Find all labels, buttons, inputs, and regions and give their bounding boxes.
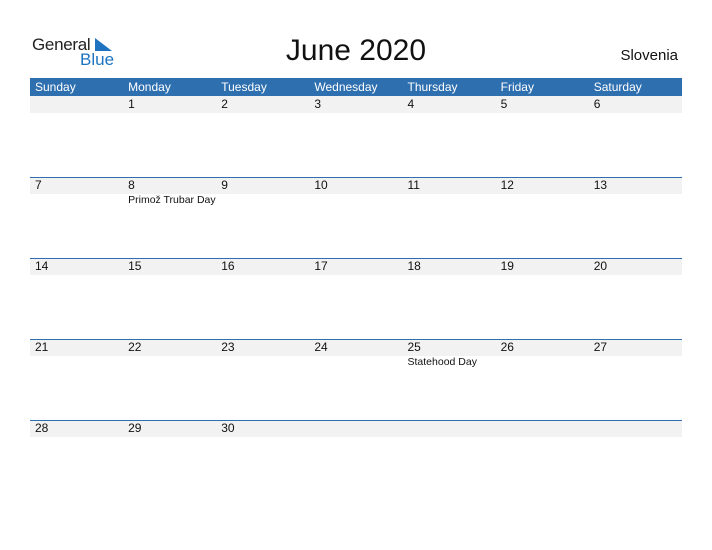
calendar-grid: Sunday Monday Tuesday Wednesday Thursday Frid…: [30, 78, 682, 501]
day-number: 13: [593, 178, 608, 192]
day-number: 15: [128, 259, 142, 273]
day-number: 12: [500, 178, 514, 192]
day-cell-19: 19: [496, 258, 589, 275]
day-cell-28: 28: [30, 420, 123, 437]
calendar-weeks: 1 2 3 4 5 6 7 8 Primož Trubar Day 9 10 11 12 13 14 15 16…: [30, 96, 682, 501]
day-number: 14: [35, 259, 49, 273]
weekday-header-friday: Friday: [500, 80, 534, 94]
day-cell-1: 1: [123, 96, 216, 113]
day-cell-27: 27: [589, 339, 682, 368]
day-cell-26: 26: [496, 339, 589, 368]
day-cell-17: 17: [309, 258, 402, 275]
day-cell-9: 9: [216, 177, 309, 206]
day-cell-22: 22: [123, 339, 216, 368]
day-cell-7: 7: [30, 177, 123, 206]
day-number: 26: [500, 340, 514, 354]
week-row: 21 22 23 24 25 Statehood Day 26 27: [30, 339, 682, 420]
day-cell-empty: [309, 420, 402, 437]
day-cell-23: 23: [216, 339, 309, 368]
day-number: 25: [407, 340, 421, 354]
day-number: 28: [35, 421, 49, 435]
day-number: 17: [314, 259, 328, 273]
day-cell-15: 15: [123, 258, 216, 275]
week-row: 14 15 16 17 18 19 20: [30, 258, 682, 339]
week-row: 28 29 30: [30, 420, 682, 501]
day-cell-29: 29: [123, 420, 216, 437]
day-cell-6: 6: [589, 96, 682, 113]
day-cell-25: 25 Statehood Day: [403, 339, 496, 368]
page-title: June 2020: [285, 34, 427, 67]
day-cell-14: 14: [30, 258, 123, 275]
day-number: 10: [314, 178, 328, 192]
day-number: 1: [128, 97, 135, 111]
weekday-header-wednesday: Wednesday: [314, 80, 378, 94]
day-number: 5: [500, 97, 508, 111]
day-cell-12: 12: [496, 177, 589, 206]
day-number: 9: [221, 178, 228, 192]
week-row: 7 8 Primož Trubar Day 9 10 11 12 13: [30, 177, 682, 258]
day-cell-18: 18: [403, 258, 496, 275]
day-cell-21: 21: [30, 339, 123, 368]
day-cell-empty: [589, 420, 682, 437]
day-cell-empty: [30, 96, 123, 113]
weekday-header-row: Sunday Monday Tuesday Wednesday Thursday Frid…: [30, 78, 682, 96]
weekday-header-sunday: Sunday: [35, 80, 76, 94]
week-row: 1 2 3 4 5 6: [30, 96, 682, 177]
day-cell-20: 20: [589, 258, 682, 275]
day-cell-30: 30: [216, 420, 309, 437]
day-cell-13: 13: [589, 177, 682, 206]
day-number: [314, 420, 402, 437]
day-number: 23: [221, 340, 235, 354]
day-number: 8: [128, 178, 135, 192]
day-number: 6: [593, 97, 601, 111]
day-number: 18: [407, 259, 421, 273]
day-number: 4: [407, 97, 415, 111]
weekday-header-tuesday: Tuesday: [221, 80, 267, 94]
day-number: 21: [35, 340, 49, 354]
holiday-label: Primož Trubar Day: [128, 194, 216, 206]
day-number: 30: [221, 421, 235, 435]
day-number: 19: [500, 259, 514, 273]
day-cell-2: 2: [216, 96, 309, 113]
day-cell-empty: [403, 420, 496, 437]
country-label: Slovenia: [620, 47, 678, 64]
day-cell-8: 8 Primož Trubar Day: [123, 177, 216, 206]
day-cell-3: 3: [309, 96, 402, 113]
day-number: 20: [593, 259, 608, 273]
weekday-header-thursday: Thursday: [407, 80, 458, 94]
weekday-header-saturday: Saturday: [593, 80, 642, 94]
holiday-label: Statehood Day: [407, 356, 477, 368]
day-cell-empty: [496, 420, 589, 437]
day-number: 22: [128, 340, 142, 354]
day-number: 2: [221, 97, 228, 111]
day-number: 29: [128, 421, 142, 435]
day-cell-24: 24: [309, 339, 402, 368]
day-number: [408, 420, 496, 437]
day-number: 24: [314, 340, 328, 354]
day-number: [594, 420, 682, 437]
day-number: 16: [221, 259, 235, 273]
weekday-header-monday: Monday: [128, 80, 171, 94]
day-cell-10: 10: [309, 177, 402, 206]
day-number: 27: [593, 340, 608, 354]
day-cell-5: 5: [496, 96, 589, 113]
day-number: 11: [407, 178, 420, 192]
day-cell-11: 11: [403, 177, 496, 206]
day-number: [35, 96, 123, 113]
day-cell-16: 16: [216, 258, 309, 275]
day-number: 7: [35, 178, 42, 192]
day-cell-4: 4: [403, 96, 496, 113]
day-number: 3: [314, 97, 322, 111]
day-number: [501, 420, 589, 437]
